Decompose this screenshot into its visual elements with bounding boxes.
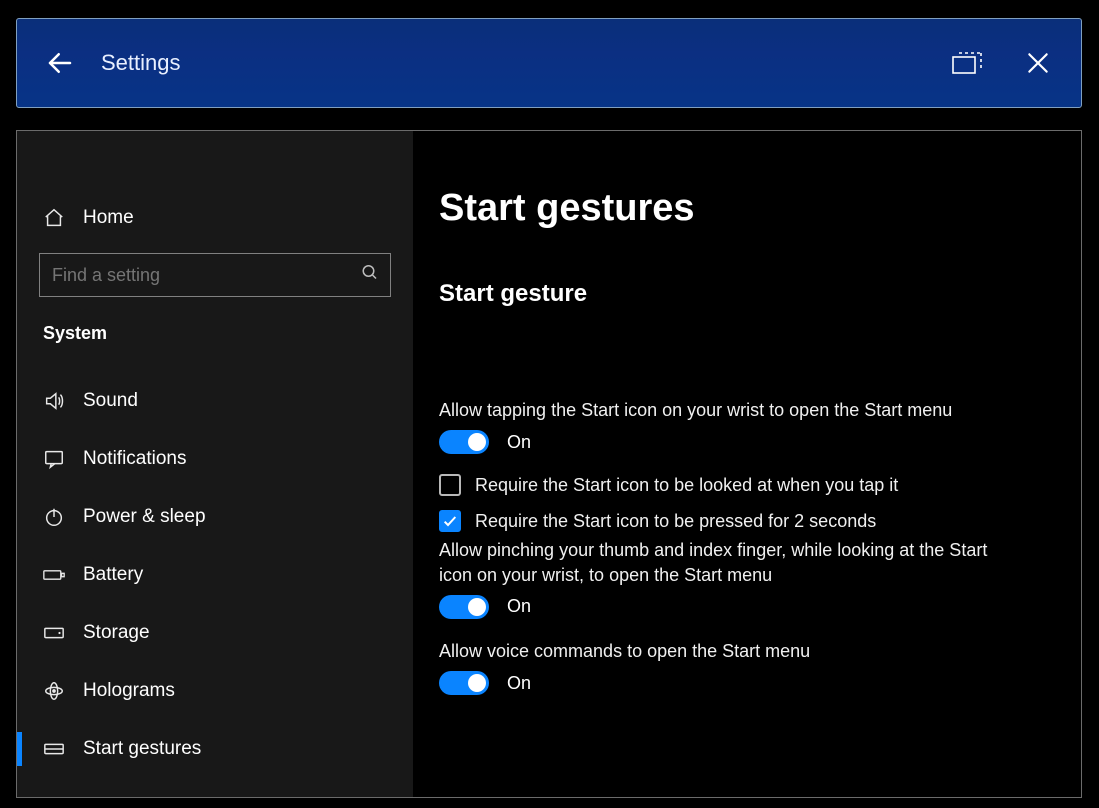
sidebar-item-label: Battery xyxy=(83,564,143,586)
setting-voice: Allow voice commands to open the Start m… xyxy=(439,639,1045,695)
notifications-icon xyxy=(43,448,65,470)
toggle-voice[interactable] xyxy=(439,671,489,695)
sidebar-item-start-gestures[interactable]: Start gestures xyxy=(39,720,391,778)
settings-window: Settings Home xyxy=(16,18,1082,798)
checkbox-require-look[interactable] xyxy=(439,474,461,496)
sidebar-item-sound[interactable]: Sound xyxy=(39,372,391,430)
holograms-icon xyxy=(43,680,65,702)
arrow-left-icon xyxy=(45,48,75,78)
sidebar-item-label: Holograms xyxy=(83,680,175,702)
sidebar-item-label: Start gestures xyxy=(83,738,201,760)
sidebar-home[interactable]: Home xyxy=(39,189,391,247)
setting-label: Allow voice commands to open the Start m… xyxy=(439,639,999,663)
setting-pinch: Allow pinching your thumb and index fing… xyxy=(439,538,1045,619)
setting-require-look: Require the Start icon to be looked at w… xyxy=(439,474,1045,496)
search-input[interactable] xyxy=(39,253,391,297)
setting-require-press: Require the Start icon to be pressed for… xyxy=(439,510,1045,532)
checkbox-require-press[interactable] xyxy=(439,510,461,532)
storage-icon xyxy=(43,622,65,644)
close-icon xyxy=(1025,50,1051,76)
toggle-state: On xyxy=(507,673,531,694)
window-body: Home System Sound Notifications xyxy=(16,130,1082,798)
main-content: Start gestures Start gesture Allow tappi… xyxy=(413,131,1081,797)
titlebar: Settings xyxy=(16,18,1082,108)
group-title: Start gesture xyxy=(439,280,1045,308)
search-wrap xyxy=(39,253,391,297)
sidebar: Home System Sound Notifications xyxy=(17,131,413,797)
close-button[interactable] xyxy=(1003,28,1073,98)
sidebar-item-battery[interactable]: Battery xyxy=(39,546,391,604)
sidebar-home-label: Home xyxy=(83,207,134,229)
window-follow-icon xyxy=(951,49,985,77)
sidebar-item-notifications[interactable]: Notifications xyxy=(39,430,391,488)
sidebar-item-label: Notifications xyxy=(83,448,187,470)
toggle-pinch[interactable] xyxy=(439,595,489,619)
search-icon xyxy=(361,264,379,287)
power-icon xyxy=(43,506,65,528)
home-icon xyxy=(43,207,65,229)
page-title: Start gestures xyxy=(439,187,1045,230)
battery-icon xyxy=(43,564,65,586)
setting-tap-wrist: Allow tapping the Start icon on your wri… xyxy=(439,398,1045,454)
sidebar-item-storage[interactable]: Storage xyxy=(39,604,391,662)
toggle-state: On xyxy=(507,432,531,453)
back-button[interactable] xyxy=(25,28,95,98)
setting-label: Allow tapping the Start icon on your wri… xyxy=(439,398,999,422)
setting-label: Allow pinching your thumb and index fing… xyxy=(439,538,999,587)
toggle-state: On xyxy=(507,596,531,617)
checkbox-label: Require the Start icon to be pressed for… xyxy=(475,511,876,532)
toggle-tap-wrist[interactable] xyxy=(439,430,489,454)
sound-icon xyxy=(43,390,65,412)
sidebar-item-label: Power & sleep xyxy=(83,506,206,528)
sidebar-section-label: System xyxy=(43,323,391,344)
sidebar-item-label: Storage xyxy=(83,622,150,644)
start-gestures-icon xyxy=(43,738,65,760)
follow-me-button[interactable] xyxy=(933,28,1003,98)
checkbox-label: Require the Start icon to be looked at w… xyxy=(475,475,898,496)
window-title: Settings xyxy=(101,50,933,76)
sidebar-item-label: Sound xyxy=(83,390,138,412)
sidebar-item-power-sleep[interactable]: Power & sleep xyxy=(39,488,391,546)
sidebar-item-holograms[interactable]: Holograms xyxy=(39,662,391,720)
